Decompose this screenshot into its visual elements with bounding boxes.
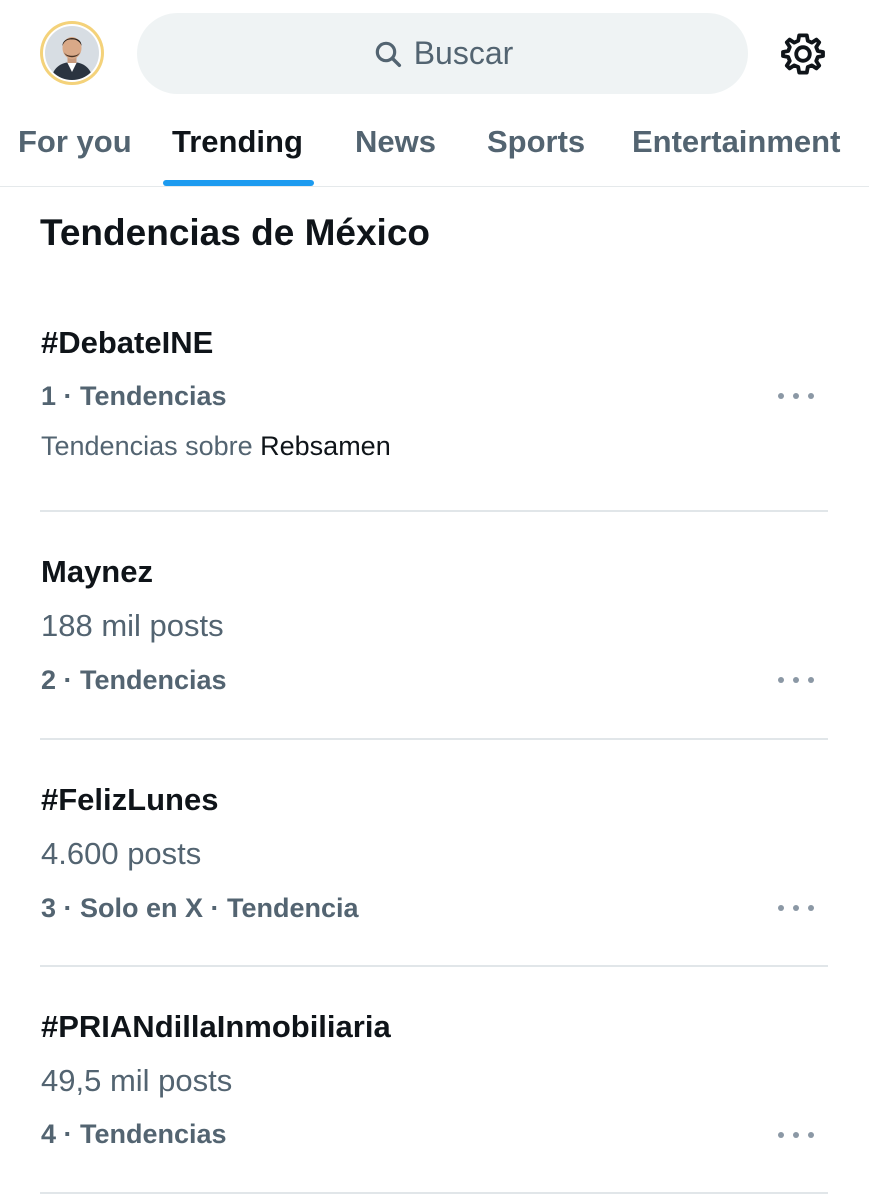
divider [40, 1192, 828, 1194]
search-bar[interactable]: Buscar [137, 13, 748, 94]
tab-entertainment[interactable]: Entertainment [632, 124, 840, 160]
top-bar: Buscar [0, 0, 869, 108]
search-placeholder: Buscar [413, 35, 514, 71]
trend-item[interactable]: #PRIANdillaInmobiliaria 49,5 mil posts 4… [0, 985, 869, 1193]
trend-name: #PRIANdillaInmobiliaria [41, 1009, 391, 1044]
explore-tabs: For you Trending News Sports Entertainme… [0, 108, 869, 187]
tab-trending[interactable]: Trending [172, 124, 303, 160]
divider [40, 965, 828, 967]
trend-meta: 2 · Tendencias [41, 665, 227, 695]
more-options-icon[interactable] [778, 1127, 814, 1143]
trend-post-count: 188 mil posts [41, 608, 224, 643]
more-options-icon[interactable] [778, 388, 814, 404]
trend-context-prefix: Tendencias sobre [41, 431, 261, 461]
profile-avatar[interactable] [40, 21, 104, 85]
section-title: Tendencias de México [40, 212, 430, 253]
divider [40, 510, 828, 512]
trend-name: #DebateINE [41, 325, 214, 360]
trend-meta: 4 · Tendencias [41, 1119, 227, 1149]
settings-button[interactable] [779, 30, 827, 78]
trend-item[interactable]: #DebateINE 1 · Tendencias Tendencias sob… [0, 300, 869, 512]
tab-for-you[interactable]: For you [18, 124, 132, 160]
trend-meta: 1 · Tendencias [41, 381, 227, 411]
trend-context-topic[interactable]: Rebsamen [260, 431, 391, 461]
gear-icon [781, 33, 825, 75]
trend-context: Tendencias sobre Rebsamen [41, 431, 391, 462]
active-tab-indicator [163, 180, 314, 186]
more-options-icon[interactable] [778, 900, 814, 916]
tab-news[interactable]: News [355, 124, 436, 160]
tab-sports[interactable]: Sports [487, 124, 585, 160]
trend-meta: 3 · Solo en X · Tendencia [41, 893, 359, 923]
trend-name: Maynez [41, 554, 153, 589]
trend-name: #FelizLunes [41, 782, 219, 817]
trend-post-count: 4.600 posts [41, 836, 202, 871]
more-options-icon[interactable] [778, 672, 814, 688]
trend-item[interactable]: #FelizLunes 4.600 posts 3 · Solo en X · … [0, 758, 869, 966]
trend-post-count: 49,5 mil posts [41, 1063, 233, 1098]
trend-item[interactable]: Maynez 188 mil posts 2 · Tendencias [0, 530, 869, 738]
avatar-photo [43, 24, 101, 82]
divider [40, 738, 828, 740]
search-icon [375, 41, 401, 67]
profile-photo-icon [45, 26, 99, 80]
